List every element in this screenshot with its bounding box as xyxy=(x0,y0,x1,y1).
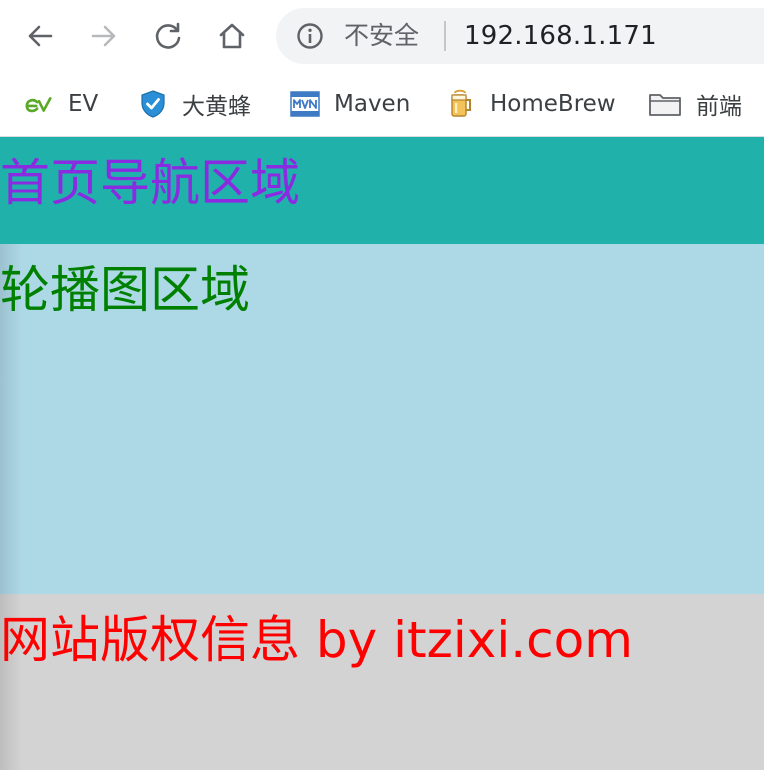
bookmark-dahuangfeng[interactable]: 大黄蜂 xyxy=(138,84,251,124)
address-divider xyxy=(444,21,446,51)
arrow-left-icon xyxy=(28,25,53,47)
forward-button[interactable] xyxy=(84,16,124,56)
folder-icon xyxy=(648,89,682,119)
security-status[interactable]: 不安全 xyxy=(344,8,419,64)
address-bar[interactable]: 不安全 192.168.1.171 xyxy=(276,8,764,64)
bookmark-homebrew[interactable]: HomeBrew xyxy=(446,84,616,124)
shield-check-icon xyxy=(138,89,168,119)
reload-icon xyxy=(155,22,181,49)
bookmark-folder-qianduan[interactable]: 前端 xyxy=(648,84,742,124)
nav-region-text: 首页导航区域 xyxy=(0,154,300,212)
bookmark-ev[interactable]: EV xyxy=(24,84,98,124)
home-button[interactable] xyxy=(212,16,252,56)
browser-toolbar: 不安全 192.168.1.171 xyxy=(0,0,764,72)
carousel-region: 轮播图区域 xyxy=(0,244,764,594)
bookmark-label: 大黄蜂 xyxy=(182,94,251,120)
bookmark-label: EV xyxy=(68,91,99,117)
bookmark-label: 前端 xyxy=(696,94,742,120)
carousel-region-text: 轮播图区域 xyxy=(0,261,250,319)
bookmark-maven[interactable]: Maven xyxy=(290,84,410,124)
info-icon[interactable] xyxy=(296,22,324,50)
page-viewport: 首页导航区域 轮播图区域 网站版权信息 by itzixi.com xyxy=(0,137,764,770)
beer-mug-icon xyxy=(446,89,476,119)
bookmark-label: HomeBrew xyxy=(490,91,616,117)
url-text[interactable]: 192.168.1.171 xyxy=(464,8,657,64)
arrow-right-icon xyxy=(91,25,116,47)
home-icon xyxy=(219,23,245,49)
bookmark-label: Maven xyxy=(334,91,411,117)
bookmarks-bar: EV 大黄蜂 Maven HomeBrew 前端 xyxy=(0,72,764,136)
back-button[interactable] xyxy=(20,16,60,56)
footer-region: 网站版权信息 by itzixi.com xyxy=(0,594,764,770)
maven-logo-icon xyxy=(290,89,320,119)
nav-region: 首页导航区域 xyxy=(0,137,764,244)
footer-copyright-text: 网站版权信息 by itzixi.com xyxy=(0,611,633,669)
ev-logo-icon xyxy=(24,89,54,119)
reload-button[interactable] xyxy=(148,16,188,56)
